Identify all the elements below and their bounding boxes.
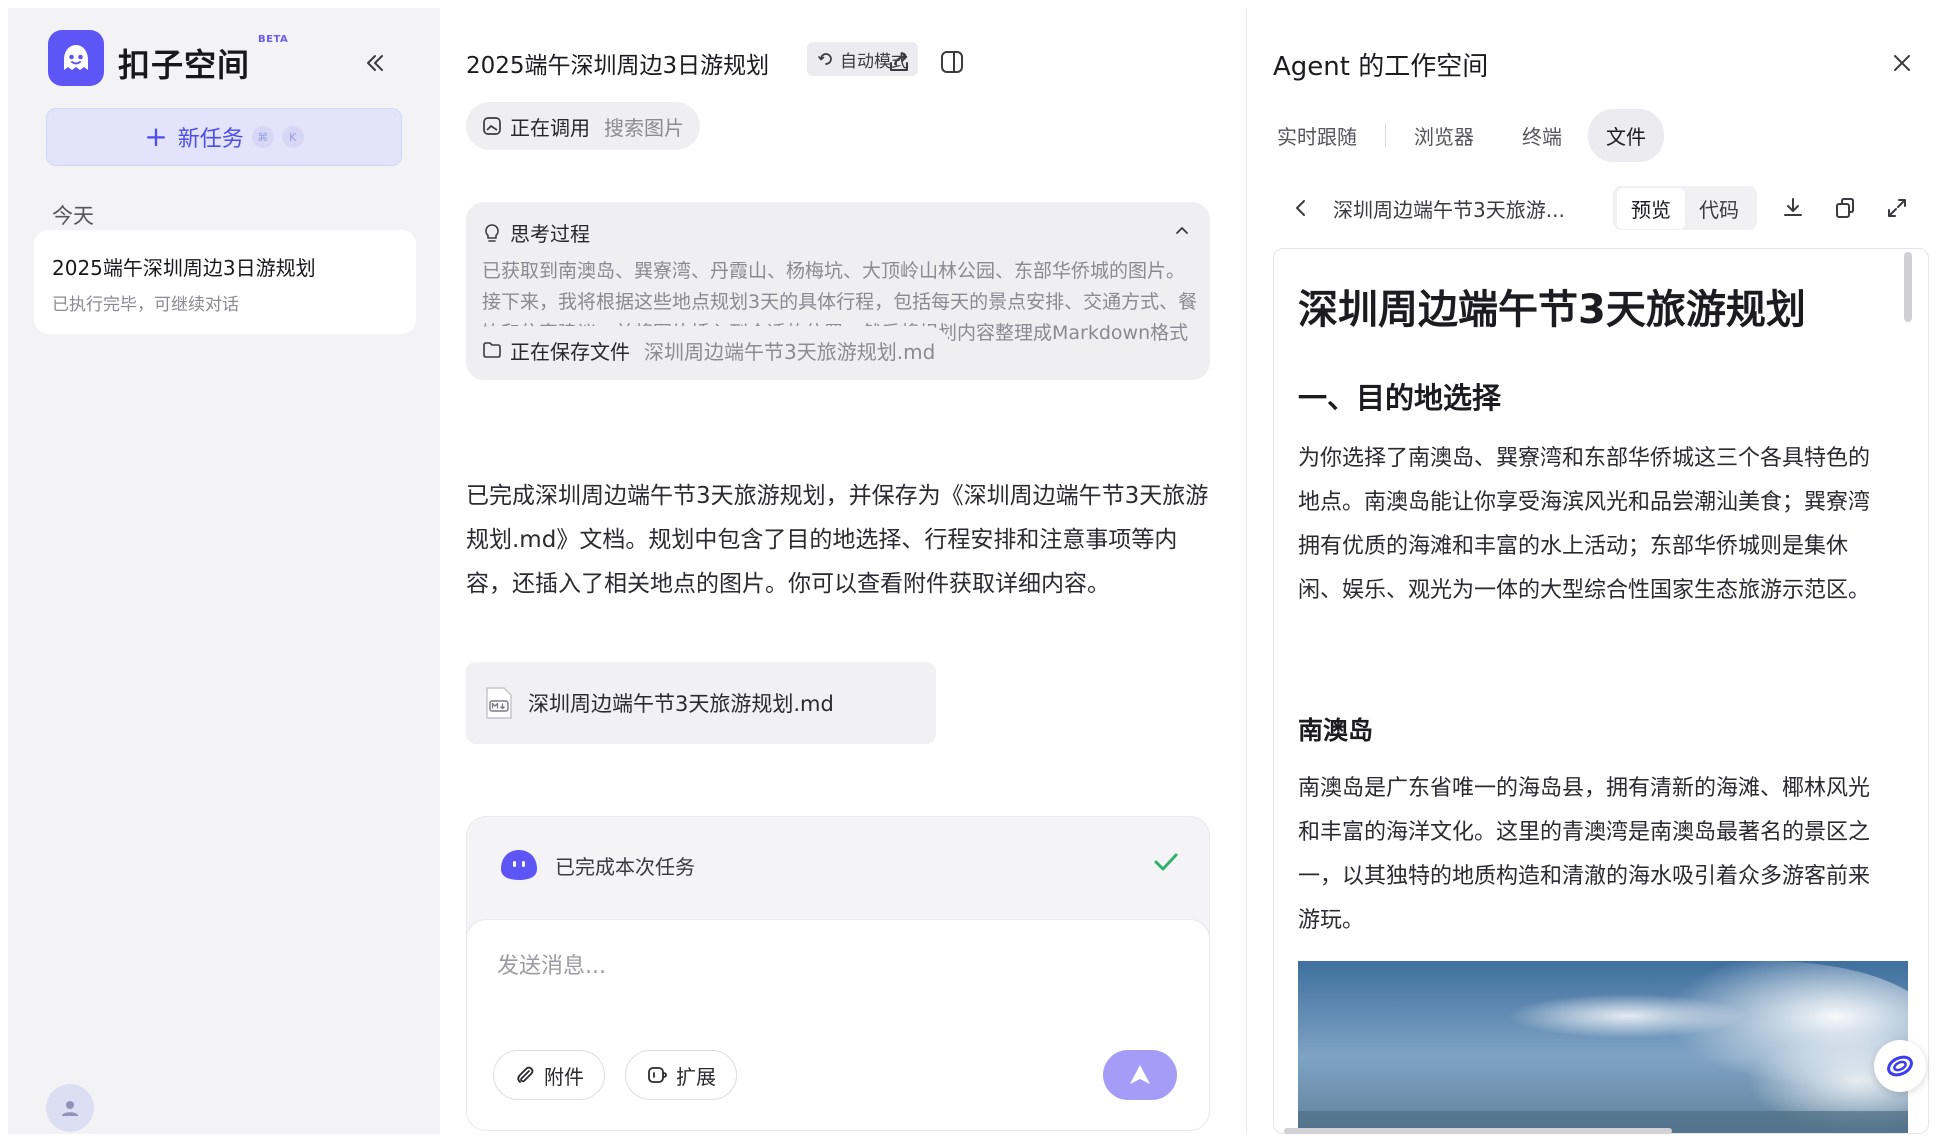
doc-paragraph: 南澳岛是广东省唯一的海岛县，拥有清新的海滩、椰林风光和丰富的海洋文化。这里的青澳…	[1298, 776, 1871, 933]
send-button[interactable]	[1103, 1050, 1177, 1100]
split-panel-icon	[941, 51, 963, 73]
step-value: 深圳周边端午节3天旅游规划.md	[644, 339, 936, 364]
composer: 已完成本次任务 附件 扩展	[466, 816, 1210, 1131]
attachment-card[interactable]: 深圳周边端午节3天旅游规划.md	[466, 662, 936, 744]
app-logo[interactable]	[48, 30, 104, 86]
code-tab[interactable]: 代码	[1685, 188, 1753, 229]
horizontal-scrollbar[interactable]	[1284, 1128, 1672, 1134]
section-today: 今天	[52, 204, 94, 228]
attach-label: 附件	[544, 1064, 584, 1089]
beta-badge: BETA	[258, 34, 289, 45]
chevron-up-icon	[1176, 227, 1188, 234]
tool-call-step[interactable]: 正在调用 搜索图片	[466, 102, 700, 150]
assistant-avatar-icon	[501, 850, 537, 880]
back-button[interactable]	[1287, 194, 1315, 222]
workspace-title: Agent 的工作空间	[1273, 52, 1489, 82]
user-avatar[interactable]	[46, 1084, 94, 1132]
document-preview: 深圳周边端午节3天旅游规划 一、目的地选择 为你选择了南澳岛、巽寮湾和东部华侨城…	[1273, 248, 1929, 1134]
message-box: 附件 扩展	[466, 919, 1210, 1131]
task-item[interactable]: 2025端午深圳周边3日游规划 已执行完毕，可继续对话	[34, 230, 416, 334]
thinking-header[interactable]: 思考过程	[482, 218, 590, 247]
message-input[interactable]	[497, 946, 1157, 986]
tab-live-follow[interactable]: 实时跟随	[1273, 121, 1361, 150]
double-chevron-left-icon	[367, 55, 383, 71]
workspace-tabs: 实时跟随 浏览器 终端 文件	[1273, 108, 1664, 162]
agent-workspace-panel: Agent 的工作空间 实时跟随 浏览器 终端 文件 深圳周边端午节3天旅游..…	[1246, 8, 1938, 1134]
plus-icon: +	[144, 120, 168, 153]
lightbulb-icon	[485, 223, 499, 242]
share-button[interactable]	[884, 46, 916, 78]
view-mode-toggle: 预览 代码	[1613, 186, 1757, 230]
extend-label: 扩展	[676, 1064, 716, 1089]
floating-assistant-button[interactable]	[1874, 1040, 1926, 1092]
assistant-answer: 已完成深圳周边端午节3天旅游规划，并保存为《深圳周边端午节3天旅游规划.md》文…	[466, 483, 1209, 597]
expand-icon	[1888, 199, 1906, 217]
save-file-step[interactable]: 正在保存文件 深圳周边端午节3天旅游规划.md	[466, 326, 952, 374]
step-label: 正在保存文件	[510, 339, 630, 364]
document-name: 深圳周边端午节3天旅游...	[1333, 197, 1565, 222]
paperclip-icon	[517, 1066, 534, 1083]
send-arrow-icon	[1130, 1065, 1150, 1084]
collapse-thinking-button[interactable]	[1172, 220, 1192, 240]
doc-heading-2: 一、目的地选择	[1298, 381, 1502, 415]
copy-button[interactable]	[1827, 190, 1863, 226]
copy-icon	[1836, 198, 1854, 218]
folder-icon	[483, 342, 501, 358]
doc-paragraph: 为你选择了南澳岛、巽寮湾和东部华侨城这三个各具特色的地点。南澳岛能让你享受海滨风…	[1298, 446, 1871, 603]
attach-button[interactable]: 附件	[493, 1050, 605, 1100]
shortcut-key-cmd: ⌘	[251, 126, 274, 148]
extension-icon	[648, 1067, 667, 1083]
tab-terminal[interactable]: 终端	[1518, 121, 1566, 150]
markdown-file-icon	[486, 687, 512, 719]
share-icon	[890, 52, 908, 71]
auto-mode-icon	[818, 53, 832, 65]
doc-heading-3: 南澳岛	[1298, 716, 1374, 745]
user-icon	[62, 1101, 78, 1116]
download-icon	[1784, 198, 1802, 216]
shortcut-key-k: K	[281, 126, 304, 148]
tab-files[interactable]: 文件	[1588, 108, 1664, 162]
task-complete-row: 已完成本次任务	[499, 847, 695, 883]
toggle-panel-button[interactable]	[936, 46, 968, 78]
tab-browser[interactable]: 浏览器	[1410, 121, 1478, 150]
chat-panel: 2025端午深圳周边3日游规划 自动模式 正在调用 搜索图片 思考过程 已获取到…	[440, 8, 1230, 1134]
brand-name: 扣子空间	[118, 46, 251, 84]
extend-button[interactable]: 扩展	[625, 1050, 737, 1100]
new-task-button[interactable]: + 新任务 ⌘ K	[46, 108, 402, 166]
step-label: 正在调用	[510, 115, 590, 140]
close-icon	[1894, 55, 1910, 71]
task-status: 已执行完毕，可继续对话	[52, 295, 239, 315]
chat-title: 2025端午深圳周边3日游规划	[466, 53, 770, 79]
sidebar: 扣子空间 BETA + 新任务 ⌘ K 今天 2025端午深圳周边3日游规划 已…	[8, 8, 440, 1134]
thinking-title: 思考过程	[510, 222, 590, 246]
chevron-left-icon	[1296, 200, 1305, 216]
download-button[interactable]	[1775, 190, 1811, 226]
ghost-logo-icon	[64, 45, 88, 70]
preview-tab[interactable]: 预览	[1617, 187, 1685, 229]
assistant-swirl-icon	[1887, 1055, 1913, 1077]
attachment-name: 深圳周边端午节3天旅游规划.md	[528, 692, 834, 716]
document-toolbar: 深圳周边端午节3天旅游... 预览 代码	[1287, 186, 1927, 230]
collapse-sidebar-button[interactable]	[358, 46, 392, 80]
doc-image-sea-sky	[1298, 961, 1908, 1133]
expand-button[interactable]	[1879, 190, 1915, 226]
doc-heading-1: 深圳周边端午节3天旅游规划	[1298, 287, 1806, 333]
new-task-label: 新任务	[177, 127, 244, 152]
document-scrollbar[interactable]	[1904, 252, 1912, 322]
task-title: 2025端午深圳周边3日游规划	[52, 256, 316, 280]
close-workspace-button[interactable]	[1887, 48, 1917, 78]
check-icon	[1151, 847, 1181, 877]
task-complete-label: 已完成本次任务	[555, 854, 695, 879]
tab-divider	[1385, 123, 1386, 147]
step-value: 搜索图片	[604, 115, 684, 140]
image-search-icon	[483, 117, 501, 135]
